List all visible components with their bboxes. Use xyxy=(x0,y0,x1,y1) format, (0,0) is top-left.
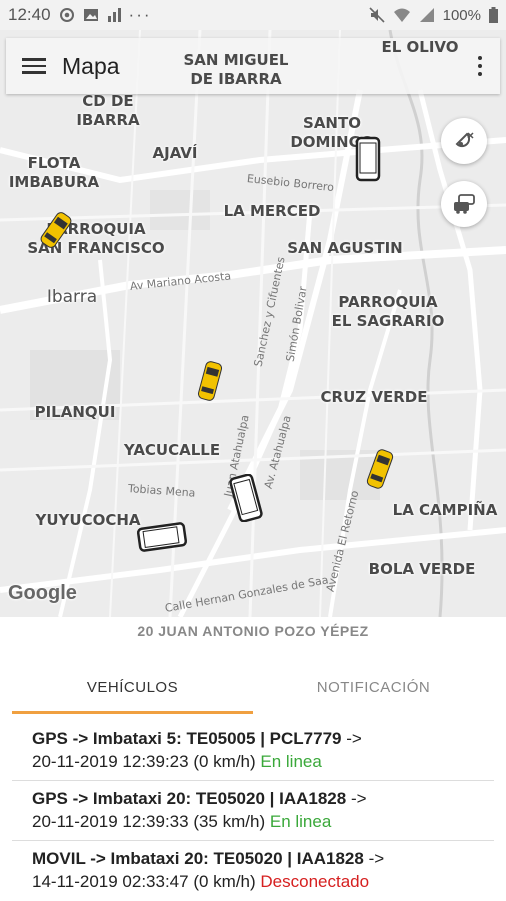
driver-name: 20 JUAN ANTONIO POZO YÉPEZ xyxy=(137,623,369,639)
tab-vehiculos[interactable]: VEHÍCULOS xyxy=(12,660,253,714)
cell-signal-icon xyxy=(419,8,434,22)
vehicle-row[interactable]: GPS -> Imbataxi 5: TE05005 | PCL7779 -> … xyxy=(12,721,494,781)
signal-bars-icon xyxy=(107,8,121,22)
vehicle-arrow: -> xyxy=(363,849,385,868)
bottom-panel: 20 JUAN ANTONIO POZO YÉPEZ VEHÍCULOS NOT… xyxy=(0,617,506,900)
vehicle-status: En linea xyxy=(260,752,322,771)
taxi-marker[interactable] xyxy=(36,206,76,254)
more-dots-icon: ··· xyxy=(128,5,152,24)
map-label-san-agustin: SAN AGUSTIN xyxy=(287,239,403,257)
map-label-sagrario: PARROQUIA EL SAGRARIO xyxy=(331,293,445,330)
map-label-san-miguel: SAN MIGUEL DE IBARRA xyxy=(183,51,289,88)
phone-marker[interactable] xyxy=(355,136,381,182)
hamburger-menu-icon[interactable] xyxy=(6,38,62,94)
status-time: 12:40 xyxy=(8,5,51,24)
vehicle-time: 20-11-2019 12:39:33 (35 km/h) xyxy=(32,812,266,831)
vehicle-status: En linea xyxy=(269,812,332,831)
wifi-icon xyxy=(393,8,410,22)
google-logo: Google xyxy=(8,582,77,604)
map-label-ibarra: Ibarra xyxy=(46,287,98,307)
vehicle-time: 14-11-2019 02:33:47 (0 km/h) xyxy=(32,872,256,891)
more-vert-icon[interactable] xyxy=(470,52,490,80)
vehicle-list: GPS -> Imbataxi 5: TE05005 | PCL7779 -> … xyxy=(12,721,494,901)
vehicle-row[interactable]: GPS -> Imbataxi 20: TE05020 | IAA1828 ->… xyxy=(12,781,494,841)
app-bar: Mapa SAN MIGUEL DE IBARRA EL OLIVO xyxy=(6,38,500,94)
mute-icon xyxy=(369,7,385,23)
vehicle-title: MOVIL -> Imbataxi 20: TE05020 | IAA1828 xyxy=(32,849,364,868)
map-label-cd-ibarra: CD DE IBARRA xyxy=(76,92,140,129)
phone-marker[interactable] xyxy=(136,518,188,556)
vehicle-title: GPS -> Imbataxi 5: TE05005 | PCL7779 xyxy=(32,729,342,748)
vehicle-time: 20-11-2019 12:39:23 (0 km/h) xyxy=(32,752,256,771)
map-label-flota: FLOTA IMBABURA xyxy=(8,154,100,191)
map-label-bola-verde: BOLA VERDE xyxy=(368,560,476,578)
vehicle-arrow: -> xyxy=(346,789,367,808)
taxi-marker[interactable] xyxy=(362,444,398,494)
map-label-pilanqui: PILANQUI xyxy=(34,403,116,421)
vehicle-title: GPS -> Imbataxi 20: TE05020 | IAA1828 xyxy=(32,789,347,808)
image-icon xyxy=(83,9,98,21)
map-label-yuyucocha: YUYUCOCHA xyxy=(35,511,141,529)
traffic-cars-icon xyxy=(454,194,475,214)
map-label-la-campina: LA CAMPIÑA xyxy=(392,501,498,519)
battery-icon xyxy=(489,7,498,23)
phone-marker[interactable] xyxy=(228,474,264,522)
vehicle-status: Desconectado xyxy=(260,872,370,891)
map-label-el-olivo: EL OLIVO xyxy=(381,38,459,56)
map-label-la-merced: LA MERCED xyxy=(223,202,321,220)
vehicle-arrow: -> xyxy=(341,729,362,748)
taxi-marker[interactable] xyxy=(192,356,228,406)
tab-bar: VEHÍCULOS NOTIFICACIÓN xyxy=(12,660,494,714)
traffic-toggle-button[interactable] xyxy=(441,181,487,227)
map-label-yacucalle: YACUCALLE xyxy=(123,441,221,459)
satellite-toggle-button[interactable] xyxy=(441,118,487,164)
map-view[interactable]: CD DE IBARRA SANTO DOMINGO AJAVÍ FLOTA I… xyxy=(0,30,506,617)
map-label-cruz-verde: CRUZ VERDE xyxy=(320,388,428,406)
map-label-ajavi: AJAVÍ xyxy=(152,144,198,162)
page-title: Mapa xyxy=(62,52,120,79)
satellite-off-icon xyxy=(455,132,474,148)
at-sign-icon xyxy=(59,8,74,22)
tab-indicator xyxy=(12,711,253,714)
vehicle-row[interactable]: MOVIL -> Imbataxi 20: TE05020 | IAA1828 … xyxy=(12,841,494,901)
battery-text: 100% xyxy=(442,6,481,24)
status-bar: 12:40 ··· 100% xyxy=(0,0,506,30)
tab-notificacion[interactable]: NOTIFICACIÓN xyxy=(253,660,494,714)
